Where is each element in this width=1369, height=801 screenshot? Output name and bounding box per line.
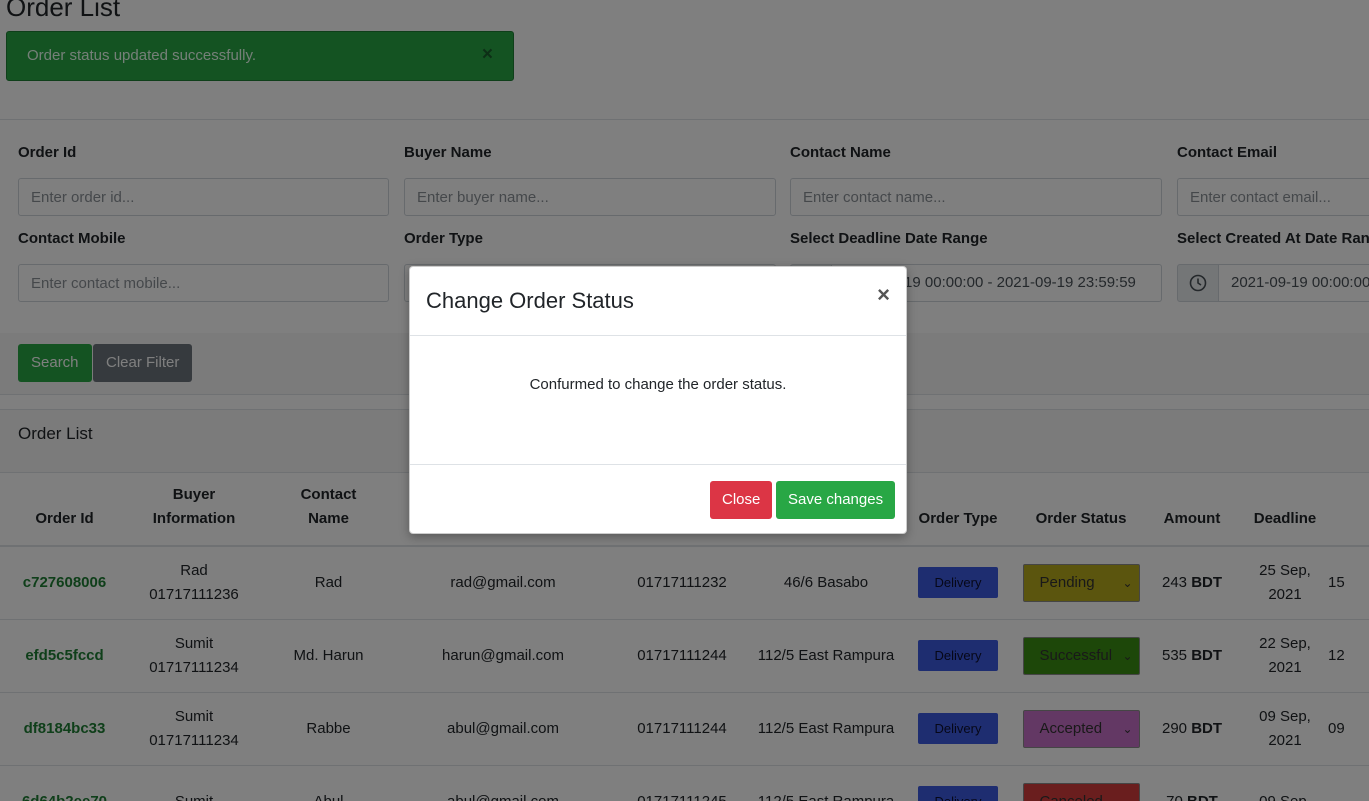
modal-header: Change Order Status × bbox=[410, 267, 906, 336]
save-changes-button[interactable]: Save changes bbox=[776, 481, 896, 519]
close-button[interactable]: Close bbox=[710, 481, 773, 519]
change-status-modal: Change Order Status × Confurmed to chang… bbox=[409, 266, 907, 534]
modal-title: Change Order Status bbox=[426, 288, 634, 313]
modal-body: Confurmed to change the order status. bbox=[410, 336, 906, 465]
modal-message: Confurmed to change the order status. bbox=[529, 376, 787, 393]
modal-footer: Close Save changes bbox=[410, 465, 906, 533]
close-icon[interactable]: × bbox=[877, 284, 890, 306]
